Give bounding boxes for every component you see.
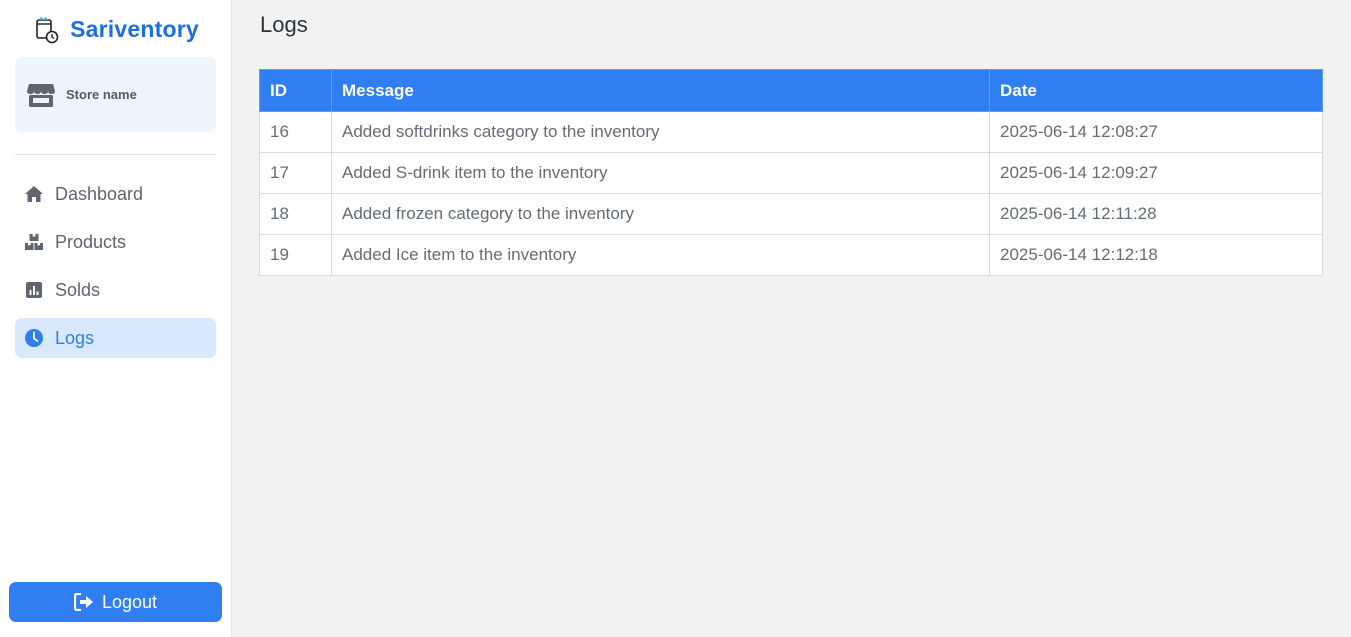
sidebar: Sariventory Store name Dashboard Product… <box>0 0 232 637</box>
sidebar-item-label: Logs <box>55 327 95 348</box>
cell-id: 19 <box>259 234 332 276</box>
app-name: Sariventory <box>70 16 199 42</box>
store-icon <box>26 80 56 110</box>
table-row[interactable]: 17 Added S-drink item to the inventory 2… <box>259 152 1323 194</box>
column-header-id[interactable]: ID <box>259 69 332 112</box>
cell-message: Added frozen category to the inventory <box>331 193 990 235</box>
cell-message: Added S-drink item to the inventory <box>331 152 990 194</box>
cell-date: 2025-06-14 12:12:18 <box>989 234 1323 276</box>
home-icon <box>23 183 45 205</box>
cell-id: 16 <box>259 111 332 153</box>
clock-icon <box>23 327 45 349</box>
store-name: Store name <box>66 87 137 102</box>
logout-label: Logout <box>101 591 158 612</box>
logout-button[interactable]: Logout <box>9 582 222 622</box>
cell-message: Added Ice item to the inventory <box>331 234 990 276</box>
table-row[interactable]: 19 Added Ice item to the inventory 2025-… <box>259 234 1323 276</box>
column-header-message[interactable]: Message <box>331 69 990 112</box>
sidebar-item-solds[interactable]: Solds <box>15 270 216 310</box>
store-card[interactable]: Store name <box>15 57 216 132</box>
sidebar-item-dashboard[interactable]: Dashboard <box>15 174 216 214</box>
cell-id: 17 <box>259 152 332 194</box>
brand[interactable]: Sariventory <box>0 0 231 57</box>
cell-message: Added softdrinks category to the invento… <box>331 111 990 153</box>
sidebar-item-label: Dashboard <box>55 183 144 204</box>
page-title: Logs <box>260 12 308 37</box>
store-clock-logo-icon <box>32 16 60 44</box>
table-row[interactable]: 16 Added softdrinks category to the inve… <box>259 111 1323 153</box>
sidebar-item-logs[interactable]: Logs <box>15 318 216 358</box>
cell-date: 2025-06-14 12:09:27 <box>989 152 1323 194</box>
cell-date: 2025-06-14 12:08:27 <box>989 111 1323 153</box>
table-header-row: ID Message Date <box>259 69 1323 112</box>
boxes-icon <box>23 231 45 253</box>
column-header-date[interactable]: Date <box>989 69 1323 112</box>
sidebar-item-label: Solds <box>55 279 101 300</box>
logs-table: ID Message Date 16 Added softdrinks cate… <box>259 69 1323 276</box>
sidebar-divider <box>15 154 216 155</box>
main-content: Logs ID Message Date 16 Added softdrinks… <box>232 0 1351 637</box>
sidebar-item-label: Products <box>55 231 127 252</box>
sidebar-nav: Dashboard Products Solds Logs <box>15 174 216 366</box>
chart-icon <box>23 279 45 301</box>
table-row[interactable]: 18 Added frozen category to the inventor… <box>259 193 1323 235</box>
cell-date: 2025-06-14 12:11:28 <box>989 193 1323 235</box>
cell-id: 18 <box>259 193 332 235</box>
app-root: Sariventory Store name Dashboard Product… <box>0 0 1351 637</box>
logout-icon <box>73 593 94 611</box>
sidebar-item-products[interactable]: Products <box>15 222 216 262</box>
